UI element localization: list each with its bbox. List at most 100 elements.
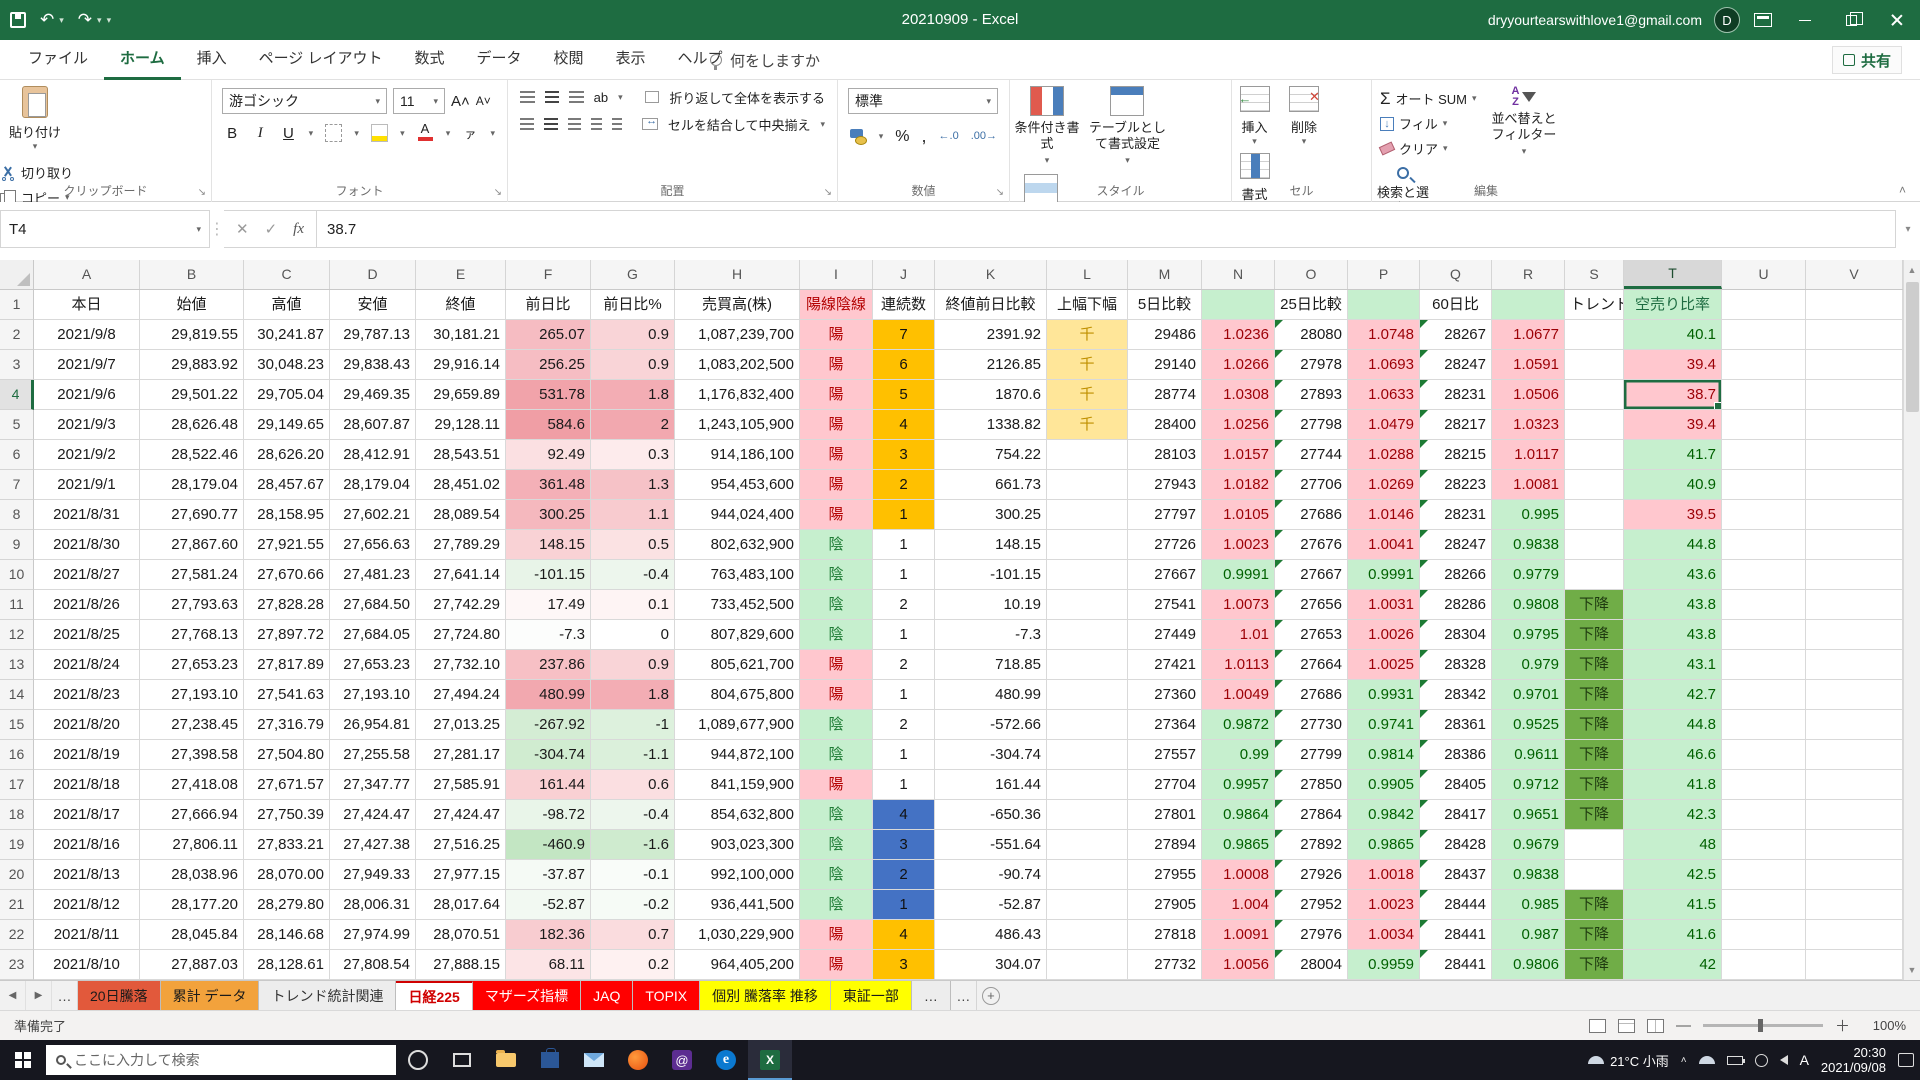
cell-U10[interactable] (1722, 560, 1806, 590)
cell-E23[interactable]: 27,888.15 (416, 950, 506, 980)
avatar[interactable]: D (1714, 7, 1740, 33)
cell-V9[interactable] (1806, 530, 1903, 560)
cell-C4[interactable]: 29,705.04 (244, 380, 330, 410)
cell-I20[interactable]: 陰 (800, 860, 873, 890)
share-button[interactable]: 共有 (1832, 46, 1902, 74)
cell-T19[interactable]: 48 (1624, 830, 1722, 860)
cell-M3[interactable]: 29140 (1128, 350, 1202, 380)
cell-D14[interactable]: 27,193.10 (330, 680, 416, 710)
restore-button[interactable] (1828, 0, 1874, 40)
cell-O16[interactable]: 27799 (1275, 740, 1348, 770)
cell-T1[interactable]: 空売り比率 (1624, 290, 1722, 320)
cell-T2[interactable]: 40.1 (1624, 320, 1722, 350)
cell-T6[interactable]: 41.7 (1624, 440, 1722, 470)
cell-G9[interactable]: 0.5 (591, 530, 675, 560)
ribbon-tab-7[interactable]: 表示 (600, 40, 662, 80)
page-break-view-icon[interactable] (1647, 1019, 1664, 1033)
ribbon-tab-3[interactable]: ページ レイアウト (243, 40, 399, 80)
cell-F15[interactable]: -267.92 (506, 710, 591, 740)
cell-Q19[interactable]: 28428 (1420, 830, 1492, 860)
cell-Q22[interactable]: 28441 (1420, 920, 1492, 950)
cell-L18[interactable] (1047, 800, 1128, 830)
cell-O22[interactable]: 27976 (1275, 920, 1348, 950)
cell-B4[interactable]: 29,501.22 (140, 380, 244, 410)
cell-G3[interactable]: 0.9 (591, 350, 675, 380)
cell-U22[interactable] (1722, 920, 1806, 950)
cell-J13[interactable]: 2 (873, 650, 935, 680)
minimize-button[interactable] (1782, 0, 1828, 40)
cell-A20[interactable]: 2021/8/13 (34, 860, 140, 890)
cell-E1[interactable]: 終値 (416, 290, 506, 320)
cell-C23[interactable]: 28,128.61 (244, 950, 330, 980)
cell-L7[interactable] (1047, 470, 1128, 500)
cell-R20[interactable]: 0.9838 (1492, 860, 1565, 890)
cell-M7[interactable]: 27943 (1128, 470, 1202, 500)
row-header-13[interactable]: 13 (0, 650, 34, 680)
cell-Q11[interactable]: 28286 (1420, 590, 1492, 620)
cell-O11[interactable]: 27656 (1275, 590, 1348, 620)
cell-E21[interactable]: 28,017.64 (416, 890, 506, 920)
start-button[interactable] (0, 1040, 46, 1080)
cell-O7[interactable]: 27706 (1275, 470, 1348, 500)
cell-H20[interactable]: 992,100,000 (675, 860, 800, 890)
cortana-button[interactable] (396, 1040, 440, 1080)
cell-G17[interactable]: 0.6 (591, 770, 675, 800)
cell-S5[interactable] (1565, 410, 1624, 440)
cell-F22[interactable]: 182.36 (506, 920, 591, 950)
cell-D15[interactable]: 26,954.81 (330, 710, 416, 740)
cell-Q8[interactable]: 28231 (1420, 500, 1492, 530)
cell-N22[interactable]: 1.0091 (1202, 920, 1275, 950)
cell-M12[interactable]: 27449 (1128, 620, 1202, 650)
cell-N16[interactable]: 0.99 (1202, 740, 1275, 770)
cell-L9[interactable] (1047, 530, 1128, 560)
number-dialog-launcher-icon[interactable]: ↘ (996, 187, 1004, 198)
cell-T4[interactable]: 38.7 (1624, 380, 1722, 410)
cell-J10[interactable]: 1 (873, 560, 935, 590)
cell-G22[interactable]: 0.7 (591, 920, 675, 950)
cell-N5[interactable]: 1.0256 (1202, 410, 1275, 440)
cell-H23[interactable]: 964,405,200 (675, 950, 800, 980)
cell-S21[interactable]: 下降 (1565, 890, 1624, 920)
cell-T20[interactable]: 42.5 (1624, 860, 1722, 890)
cell-V7[interactable] (1806, 470, 1903, 500)
cell-H7[interactable]: 954,453,600 (675, 470, 800, 500)
cell-M23[interactable]: 27732 (1128, 950, 1202, 980)
cell-U23[interactable] (1722, 950, 1806, 980)
cell-L1[interactable]: 上幅下幅 (1047, 290, 1128, 320)
cell-A13[interactable]: 2021/8/24 (34, 650, 140, 680)
cell-I7[interactable]: 陽 (800, 470, 873, 500)
cell-U13[interactable] (1722, 650, 1806, 680)
cell-M14[interactable]: 27360 (1128, 680, 1202, 710)
cell-M10[interactable]: 27667 (1128, 560, 1202, 590)
ribbon-tab-2[interactable]: 挿入 (181, 40, 243, 80)
name-box[interactable]: T4▾ (0, 210, 210, 248)
cell-D20[interactable]: 27,949.33 (330, 860, 416, 890)
ribbon-tab-6[interactable]: 校閲 (538, 40, 600, 80)
cell-D23[interactable]: 27,808.54 (330, 950, 416, 980)
cell-N18[interactable]: 0.9864 (1202, 800, 1275, 830)
cell-I10[interactable]: 陰 (800, 560, 873, 590)
cell-C21[interactable]: 28,279.80 (244, 890, 330, 920)
delete-cells-button[interactable]: 削除▾ (1281, 80, 1326, 147)
hidden-icons-chevron[interactable]: ˄ (1681, 1055, 1687, 1066)
expand-formula-bar-icon[interactable]: ▾ (1896, 210, 1920, 248)
cell-F11[interactable]: 17.49 (506, 590, 591, 620)
customize-qat-icon[interactable]: ▾ (107, 15, 112, 26)
cell-N9[interactable]: 1.0023 (1202, 530, 1275, 560)
cell-C2[interactable]: 30,241.87 (244, 320, 330, 350)
cell-D12[interactable]: 27,684.05 (330, 620, 416, 650)
cell-B21[interactable]: 28,177.20 (140, 890, 244, 920)
cell-G16[interactable]: -1.1 (591, 740, 675, 770)
cell-V22[interactable] (1806, 920, 1903, 950)
cell-D18[interactable]: 27,424.47 (330, 800, 416, 830)
cell-R13[interactable]: 0.979 (1492, 650, 1565, 680)
cell-A6[interactable]: 2021/9/2 (34, 440, 140, 470)
column-header-C[interactable]: C (244, 260, 330, 289)
sheet-tab-1[interactable]: 累計 データ (161, 981, 260, 1010)
cell-N23[interactable]: 1.0056 (1202, 950, 1275, 980)
cell-S11[interactable]: 下降 (1565, 590, 1624, 620)
column-header-N[interactable]: N (1202, 260, 1275, 289)
cell-V6[interactable] (1806, 440, 1903, 470)
file-explorer-button[interactable] (484, 1040, 528, 1080)
cell-G21[interactable]: -0.2 (591, 890, 675, 920)
